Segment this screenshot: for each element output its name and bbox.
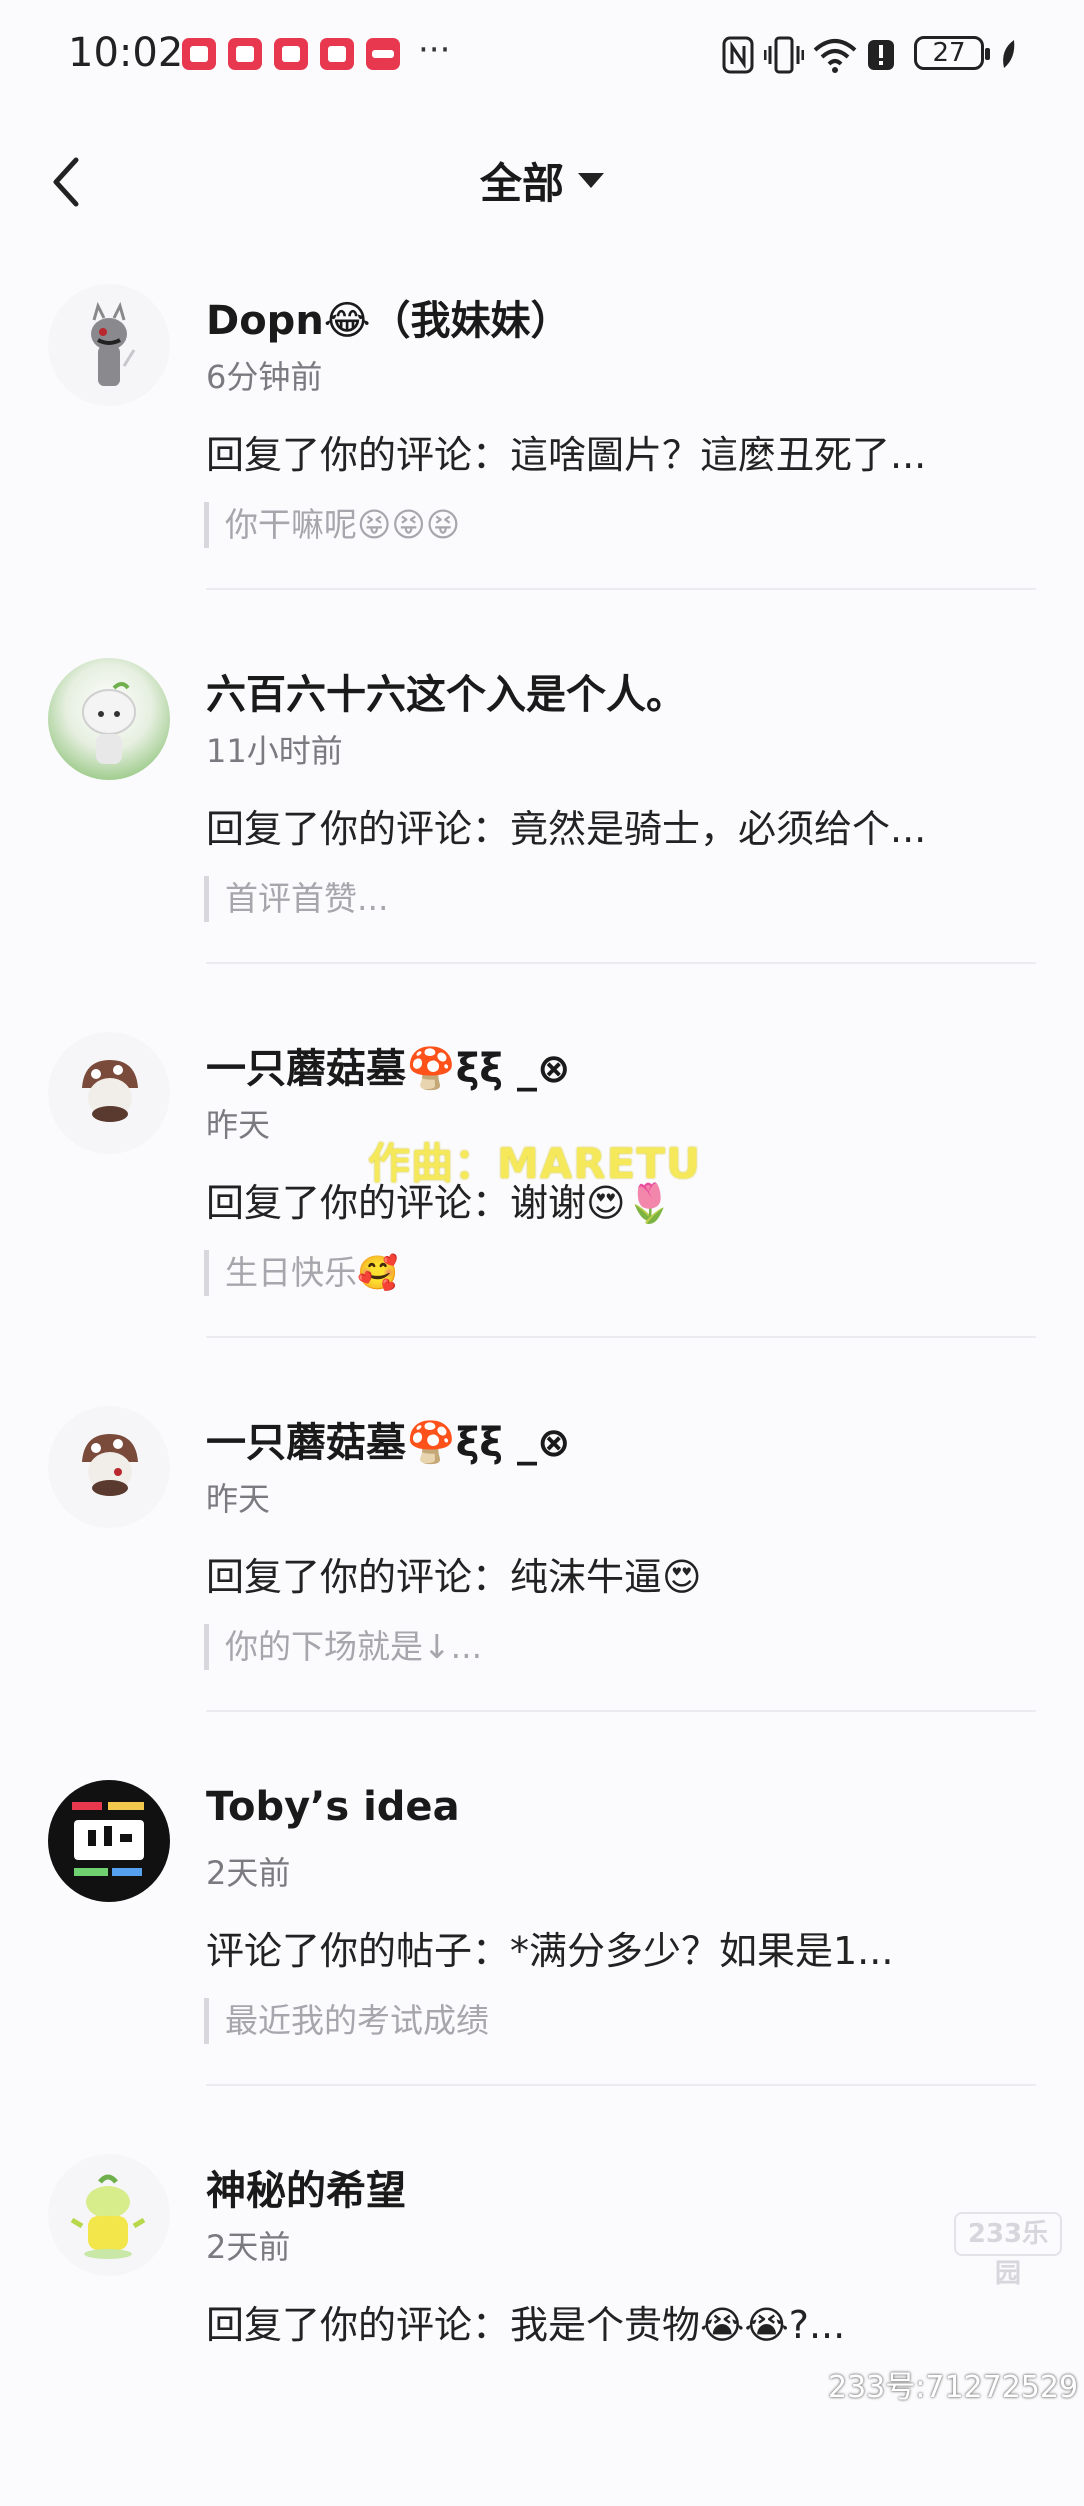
page-title: 全部 [479, 159, 564, 208]
app-notification-icon [320, 38, 354, 70]
vibrate-icon [764, 36, 804, 74]
avatar[interactable] [48, 1406, 170, 1528]
status-time: 10:02 [68, 30, 184, 76]
filter-dropdown[interactable]: 全部 [0, 150, 1084, 211]
timestamp: 11小时前 [206, 732, 343, 770]
watermark-logo: 233乐园 [954, 2212, 1062, 2289]
divider [206, 1336, 1036, 1338]
notification-item[interactable]: 一只蘑菇墓🍄ξξ _⊗ 昨天 回复了你的评论：纯沫牛逼😍 你的下场就是↓... [0, 1384, 1084, 1758]
quoted-comment[interactable]: 生日快乐🥰 [204, 1250, 398, 1296]
notification-text[interactable]: 回复了你的评论：這啥圖片？這麼丑死了... [206, 424, 926, 479]
notification-item[interactable]: Toby’s idea 2天前 评论了你的帖子：*满分多少？如果是1... 最近… [0, 1758, 1084, 2132]
user-name[interactable]: Toby’s idea [206, 1784, 460, 1830]
user-name[interactable]: 六百六十六这个入是个人。 [206, 662, 686, 720]
user-name[interactable]: 神秘的希望 [206, 2158, 406, 2216]
timestamp: 昨天 [206, 1480, 271, 1518]
app-notification-icon [366, 38, 400, 70]
user-name[interactable]: 一只蘑菇墓🍄ξξ _⊗ [206, 1410, 571, 1468]
video-subtitle-overlay: 作曲：MARETU [368, 1139, 702, 1188]
mushroom-character-icon [82, 1434, 138, 1496]
notification-text[interactable]: 回复了你的评论：纯沫牛逼😍 [206, 1546, 702, 1601]
divider [206, 962, 1036, 964]
avatar[interactable] [48, 1032, 170, 1154]
timestamp: 2天前 [206, 1854, 291, 1892]
avatar[interactable] [48, 658, 170, 780]
quoted-comment[interactable]: 你的下场就是↓... [204, 1624, 482, 1670]
notification-item[interactable]: 六百六十六这个入是个人。 11小时前 回复了你的评论：竟然是骑士，必须给个...… [0, 636, 1084, 1010]
battery-icon: 27 [914, 36, 990, 70]
notification-list: Dopn😂（我妹妹） 6分钟前 回复了你的评论：這啥圖片？這麼丑死了... 你干… [0, 262, 1084, 2506]
quoted-comment[interactable]: 你干嘛呢😝😝😝 [204, 502, 460, 548]
timestamp: 昨天 [206, 1106, 271, 1144]
caret-down-icon [578, 173, 604, 188]
avatar[interactable] [48, 1780, 170, 1902]
user-name[interactable]: 一只蘑菇墓🍄ξξ _⊗ [206, 1036, 571, 1094]
notification-item[interactable]: Dopn😂（我妹妹） 6分钟前 回复了你的评论：這啥圖片？這麼丑死了... 你干… [0, 262, 1084, 636]
divider [206, 1710, 1036, 1712]
status-bar: 10:02 ··· 27 [0, 0, 1084, 110]
app-notification-icon [182, 38, 216, 70]
mushroom-character-icon [82, 1060, 138, 1122]
notification-item[interactable]: 神秘的希望 2天前 回复了你的评论：我是个贵物😭😭?... [0, 2132, 1084, 2506]
notification-text[interactable]: 评论了你的帖子：*满分多少？如果是1... [206, 1920, 893, 1975]
nfc-icon [722, 36, 754, 74]
alert-icon [868, 40, 894, 70]
timestamp: 2天前 [206, 2228, 291, 2266]
timestamp: 6分钟前 [206, 358, 323, 396]
notification-item[interactable]: 一只蘑菇墓🍄ξξ _⊗ 昨天 回复了你的评论：谢谢😍🌷 生日快乐🥰 [0, 1010, 1084, 1384]
quoted-comment[interactable]: 最近我的考试成绩 [204, 1998, 489, 2044]
notification-text[interactable]: 回复了你的评论：竟然是骑士，必须给个... [206, 798, 926, 853]
app-notification-icon [228, 38, 262, 70]
quoted-comment[interactable]: 首评首赞... [204, 876, 388, 922]
leaf-icon [1003, 40, 1015, 68]
divider [206, 2084, 1036, 2086]
more-notifications-indicator: ··· [418, 30, 451, 70]
pixel-art-icon [72, 1802, 144, 1876]
girl-character-icon [82, 682, 136, 764]
app-notification-icon [274, 38, 308, 70]
sprout-character-icon [70, 2174, 146, 2259]
top-navigation-bar: 全部 [0, 120, 1084, 240]
avatar[interactable] [48, 284, 170, 406]
avatar[interactable] [48, 2154, 170, 2276]
watermark-id: 233号:71272529 [828, 2370, 1079, 2405]
wifi-icon [813, 39, 857, 73]
notification-text[interactable]: 回复了你的评论：我是个贵物😭😭?... [206, 2294, 845, 2349]
user-name[interactable]: Dopn😂（我妹妹） [206, 288, 571, 346]
divider [206, 588, 1036, 590]
cat-character-icon [91, 301, 136, 386]
